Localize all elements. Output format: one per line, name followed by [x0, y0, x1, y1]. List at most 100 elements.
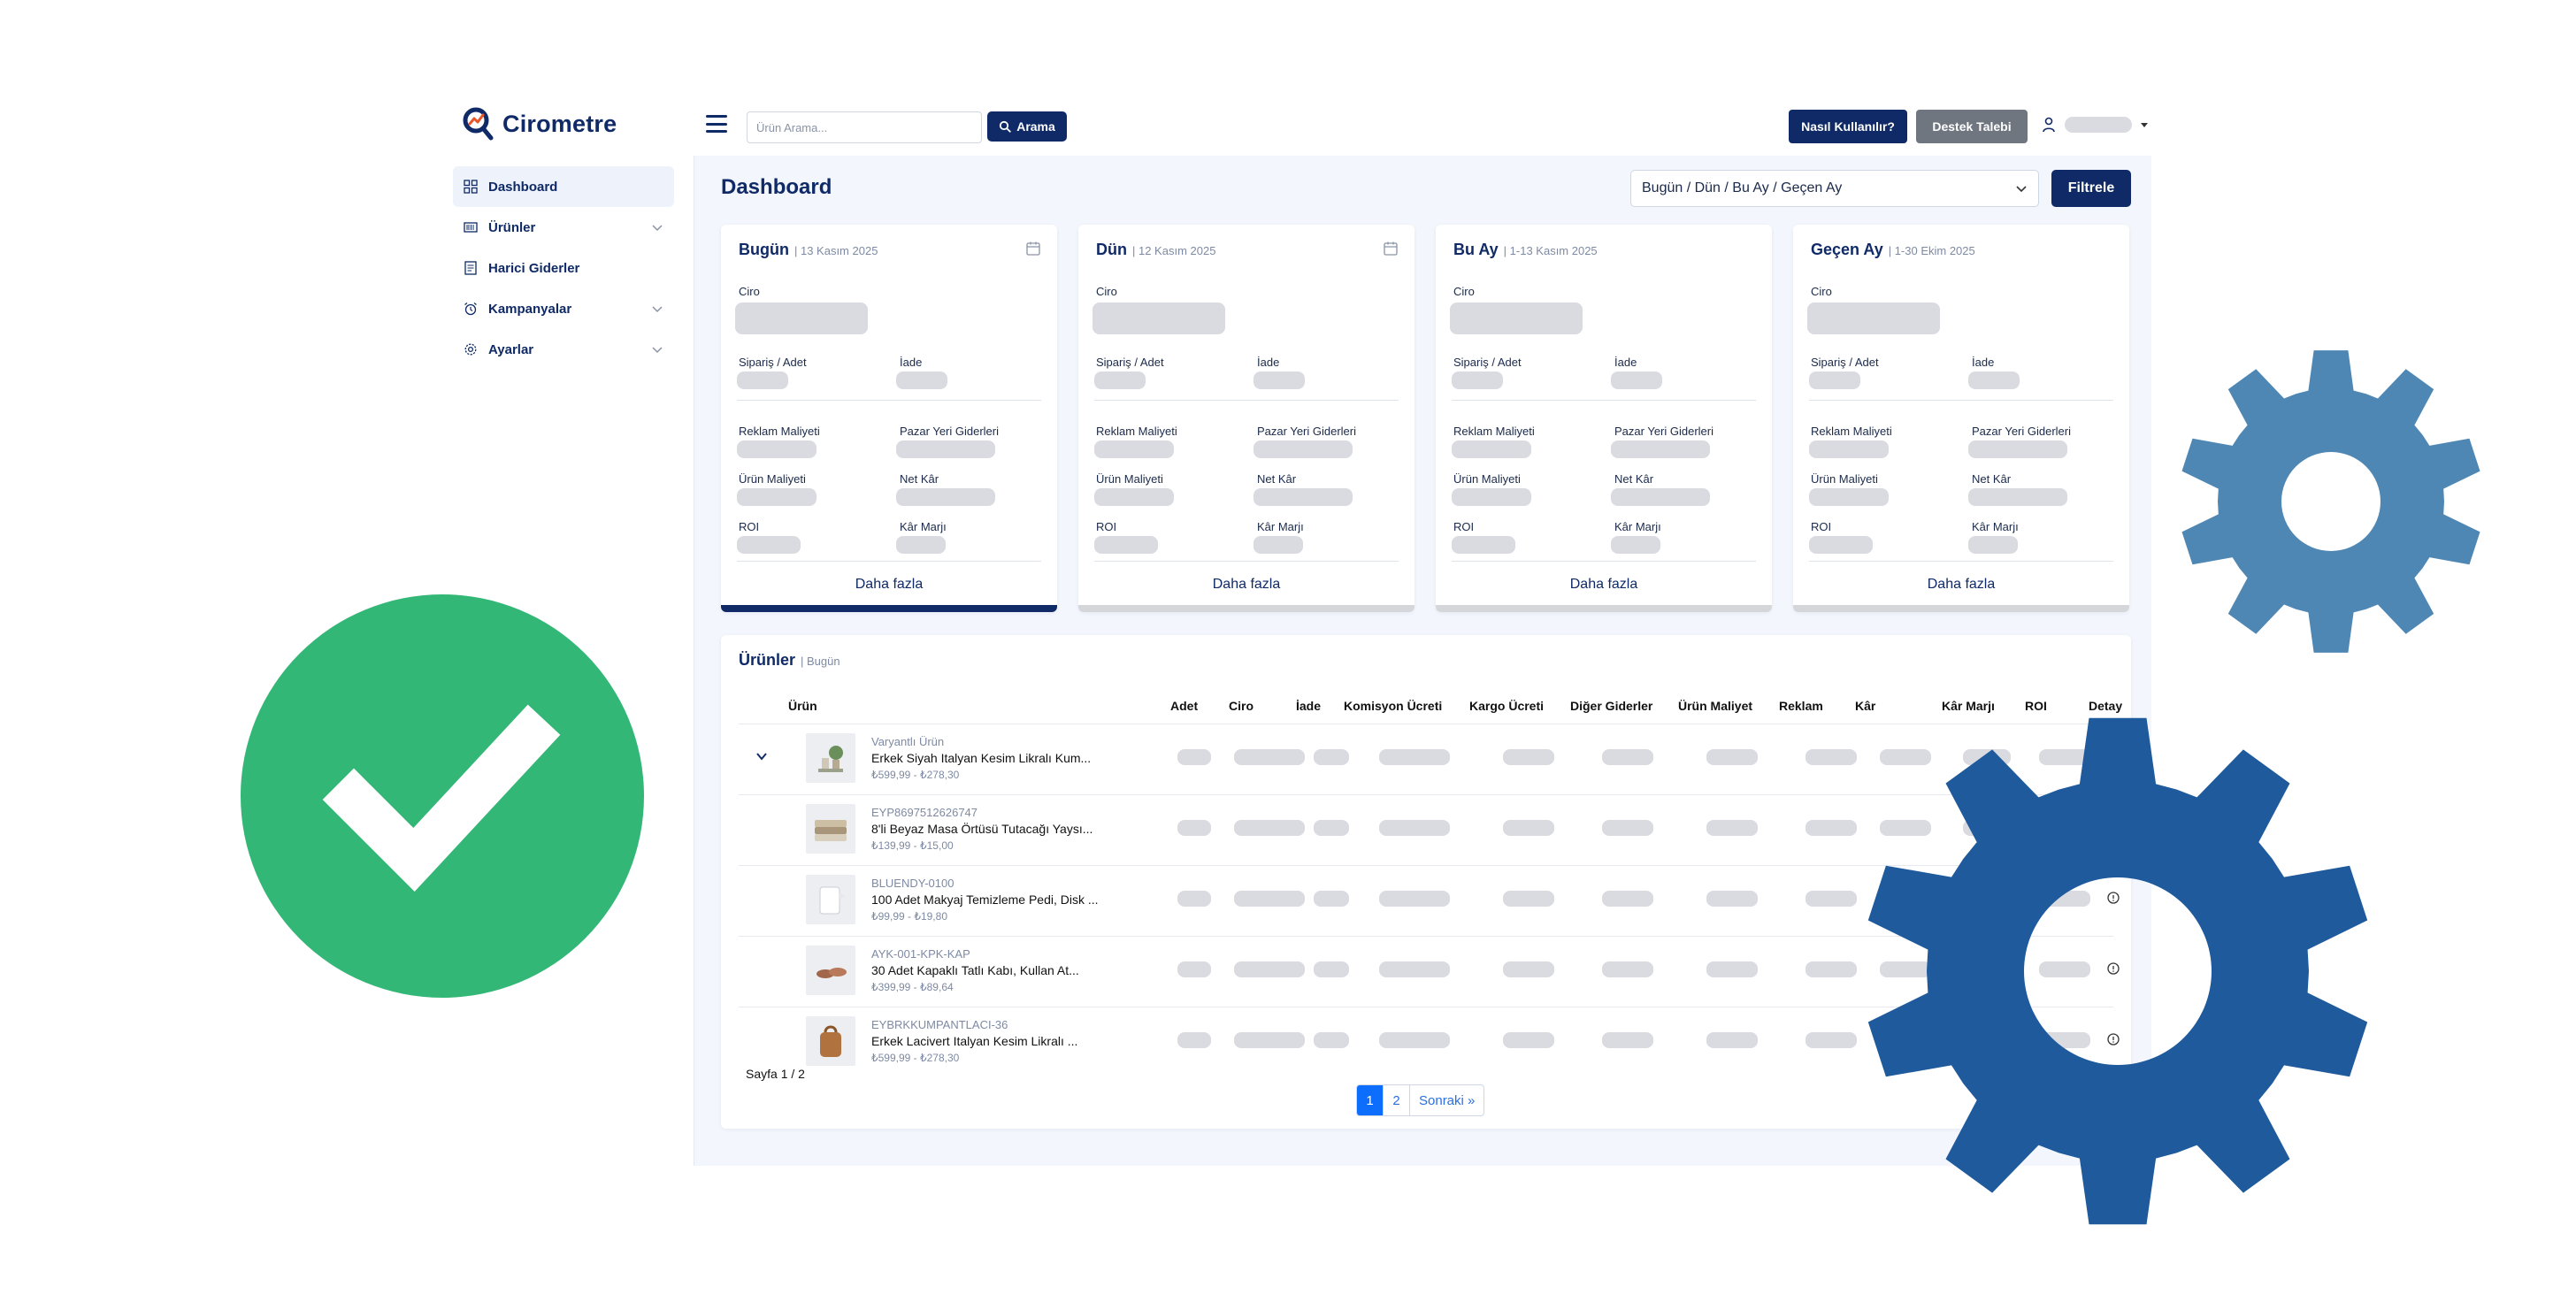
column-header: ROI — [2025, 699, 2047, 713]
product-thumbnail — [806, 804, 855, 854]
metric-value-placeholder — [1452, 536, 1515, 554]
value-placeholder — [1234, 1032, 1305, 1048]
product-thumbnail — [806, 875, 855, 924]
metric-label-siparis: Sipariş / Adet — [739, 356, 807, 369]
metric-label-iade: İade — [900, 356, 923, 369]
metric-label-ciro: Ciro — [1096, 285, 1117, 298]
chevron-down-icon — [2016, 186, 2027, 193]
sidebar-item-external-expenses[interactable]: Harici Giderler — [453, 248, 674, 288]
divider — [737, 400, 1041, 401]
sidebar-item-products[interactable]: Ürünler — [453, 207, 674, 248]
metric-label-pazar: Pazar Yeri Giderleri — [1614, 425, 1714, 438]
search-input[interactable] — [747, 111, 982, 143]
metric-value-placeholder — [1452, 440, 1531, 458]
product-price: ₺599,99 - ₺278,30 — [871, 769, 960, 781]
calendar-icon[interactable] — [1025, 241, 1041, 257]
metric-value-placeholder — [1611, 536, 1660, 554]
value-placeholder — [1806, 891, 1857, 907]
summary-card-last-month[interactable]: Geçen Ay | 1-30 Ekim 2025 Daha fazla Cir… — [1793, 225, 2129, 612]
value-placeholder — [1706, 891, 1758, 907]
metric-value-placeholder — [1452, 488, 1531, 506]
metric-value-placeholder — [1254, 371, 1305, 389]
sidebar-item-label: Kampanyalar — [488, 301, 572, 317]
search-button[interactable]: Arama — [987, 111, 1067, 142]
more-link[interactable]: Daha fazla — [1436, 577, 1772, 593]
metric-value-placeholder — [1807, 303, 1940, 334]
metric-label-reklam: Reklam Maliyeti — [1811, 425, 1892, 438]
alarm-icon — [464, 303, 477, 316]
user-menu[interactable] — [2042, 117, 2148, 133]
summary-card-this-month[interactable]: Bu Ay | 1-13 Kasım 2025 Daha fazla Ciro S… — [1436, 225, 1772, 612]
value-placeholder — [1706, 749, 1758, 765]
more-link[interactable]: Daha fazla — [721, 577, 1057, 593]
page-info: Sayfa 1 / 2 — [746, 1067, 805, 1081]
metric-value-placeholder — [737, 488, 816, 506]
product-name[interactable]: Erkek Siyah Italyan Kesim Likralı Kum... — [871, 751, 1110, 765]
success-check-icon — [241, 594, 644, 998]
page-button[interactable]: 2 — [1384, 1085, 1410, 1115]
products-title: Ürünler — [739, 651, 796, 669]
menu-toggle-icon[interactable] — [706, 115, 727, 133]
value-placeholder — [1806, 820, 1857, 836]
metric-label-urun-maliyet: Ürün Maliyeti — [1811, 472, 1878, 486]
more-link[interactable]: Daha fazla — [1793, 577, 2129, 593]
product-name[interactable]: 8'li Beyaz Masa Örtüsü Tutacağı Yaysı... — [871, 822, 1110, 836]
metric-label-net-kar: Net Kâr — [1614, 472, 1654, 486]
summary-card-yesterday[interactable]: Dün | 12 Kasım 2025 Daha fazla Ciro Sipar… — [1078, 225, 1414, 612]
metric-value-placeholder — [1094, 440, 1174, 458]
chevron-down-icon — [652, 306, 663, 313]
product-name[interactable]: 100 Adet Makyaj Temizleme Pedi, Disk ... — [871, 892, 1110, 907]
column-header: Diğer Giderler — [1570, 699, 1653, 713]
metric-label-urun-maliyet: Ürün Maliyeti — [1096, 472, 1163, 486]
value-placeholder — [1177, 961, 1211, 977]
gear-icon — [1867, 717, 2368, 1225]
grid-icon — [464, 180, 478, 194]
calendar-icon[interactable] — [1383, 241, 1399, 257]
period-select[interactable]: Bugün / Dün / Bu Ay / Geçen Ay — [1630, 170, 2039, 207]
column-header: Komisyon Ücreti — [1344, 699, 1443, 713]
next-page-button[interactable]: Sonraki » — [1410, 1085, 1484, 1115]
divider — [1452, 561, 1756, 562]
metric-label-roi: ROI — [739, 520, 760, 533]
value-placeholder — [1177, 1032, 1211, 1048]
metric-label-roi: ROI — [1096, 520, 1117, 533]
sidebar-item-campaigns[interactable]: Kampanyalar — [453, 288, 674, 329]
search-button-label: Arama — [1016, 119, 1055, 134]
product-name[interactable]: 30 Adet Kapaklı Tatlı Kabı, Kullan At... — [871, 963, 1110, 977]
user-icon — [2043, 117, 2055, 133]
column-header: Kâr — [1855, 699, 1876, 713]
barcode-icon — [464, 222, 478, 233]
search-icon — [1000, 120, 1011, 133]
card-header: Bugün | 13 Kasım 2025 — [739, 241, 878, 259]
value-placeholder — [1314, 749, 1349, 765]
support-request-button[interactable]: Destek Talebi — [1916, 110, 2028, 143]
product-name[interactable]: Erkek Lacivert Italyan Kesim Likralı ... — [871, 1034, 1110, 1048]
sidebar-item-settings[interactable]: Ayarlar — [453, 329, 674, 370]
value-placeholder — [1314, 820, 1349, 836]
page-button[interactable]: 1 — [1357, 1085, 1384, 1115]
metric-value-placeholder — [737, 371, 788, 389]
metric-label-net-kar: Net Kâr — [900, 472, 939, 486]
sidebar-item-label: Harici Giderler — [488, 260, 580, 276]
more-link[interactable]: Daha fazla — [1078, 577, 1414, 593]
card-header: Dün | 12 Kasım 2025 — [1096, 241, 1215, 259]
how-to-use-button[interactable]: Nasıl Kullanılır? — [1789, 110, 1907, 143]
sidebar-item-dashboard[interactable]: Dashboard — [453, 166, 674, 207]
column-header: Detay — [2089, 699, 2123, 713]
brand-logo[interactable]: Cirometre — [462, 106, 617, 142]
metric-value-placeholder — [1254, 440, 1353, 458]
filter-button[interactable]: Filtrele — [2051, 170, 2131, 207]
page-title: Dashboard — [721, 175, 832, 199]
product-thumbnail — [806, 946, 855, 995]
user-name-placeholder — [2065, 117, 2132, 133]
chevron-down-icon[interactable] — [755, 749, 769, 763]
products-subtitle: | Bugün — [801, 655, 840, 668]
card-header: Bu Ay | 1-13 Kasım 2025 — [1453, 241, 1598, 259]
summary-card-today[interactable]: Bugün | 13 Kasım 2025 Daha fazla Ciro Sip… — [721, 225, 1057, 612]
metric-value-placeholder — [1094, 371, 1146, 389]
metric-value-placeholder — [1968, 371, 2020, 389]
product-price: ₺599,99 - ₺278,30 — [871, 1052, 960, 1064]
value-placeholder — [1234, 749, 1305, 765]
product-thumbnail — [806, 733, 855, 783]
period-select-value: Bugün / Dün / Bu Ay / Geçen Ay — [1642, 180, 1843, 195]
